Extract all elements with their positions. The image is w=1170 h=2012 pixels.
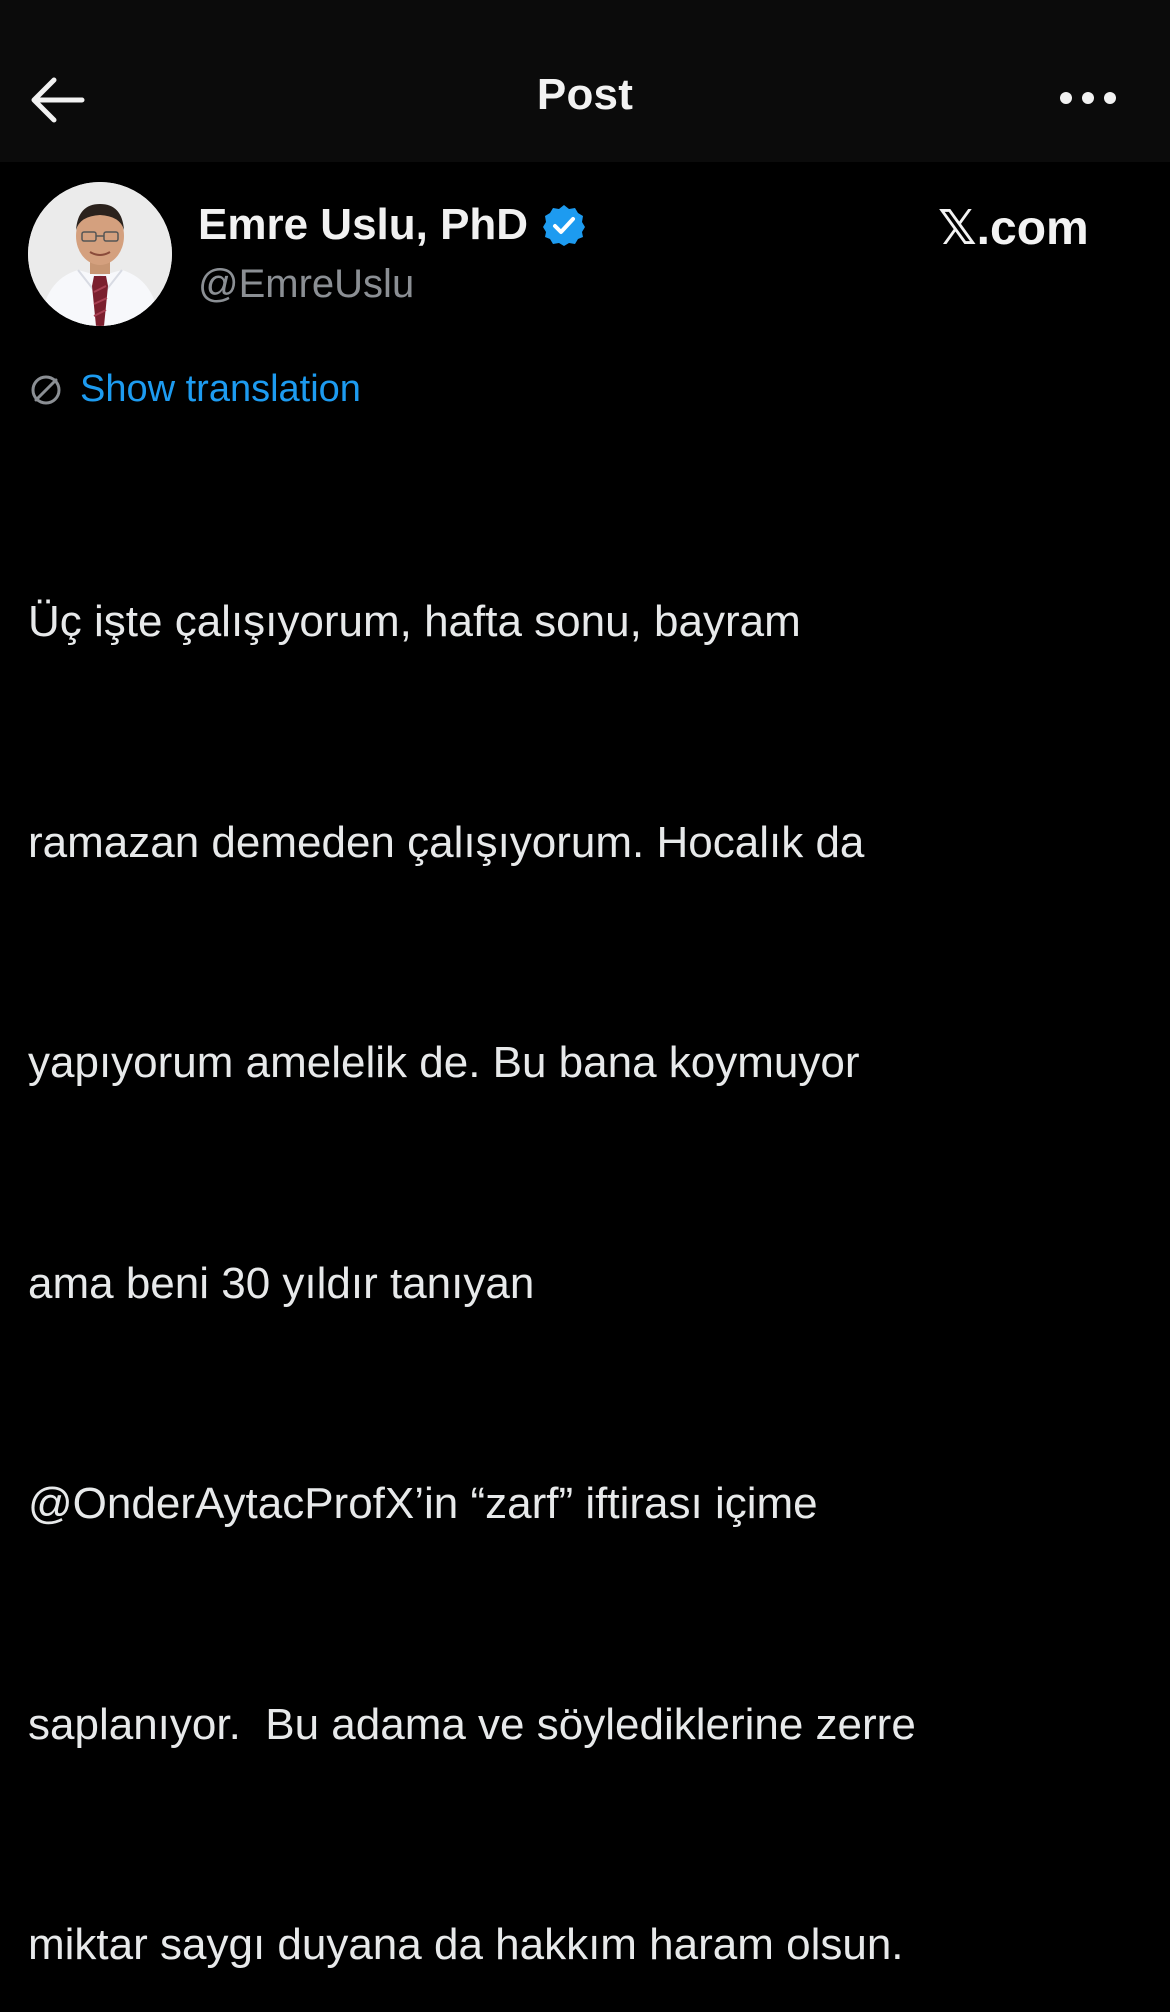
author-name[interactable]: Emre Uslu, PhD: [198, 200, 528, 250]
post-line: miktar saygı duyana da hakkım haram olsu…: [28, 1920, 904, 1969]
avatar[interactable]: [28, 182, 172, 326]
page-title: Post: [536, 70, 634, 119]
post-line: ramazan demeden çalışıyorum. Hocalık da: [28, 817, 865, 867]
post-body: Üç işte çalışıyorum, hafta sonu, bayram …: [28, 438, 1148, 2012]
top-navigation-bar: Post: [0, 0, 1170, 162]
post-line: saplanıyor. Bu adama ve söylediklerine z…: [28, 1699, 916, 1749]
post-line: ama beni 30 yıldır tanıyan: [28, 1258, 535, 1308]
verified-badge-icon: [543, 205, 586, 246]
post-line: yapıyorum amelelik de. Bu bana koymuyor: [28, 1038, 860, 1087]
more-dots-icon: [1060, 92, 1116, 104]
globe-icon: [31, 375, 61, 404]
show-translation-link[interactable]: Show translation: [28, 368, 361, 411]
author-name-row: Emre Uslu, PhD: [198, 200, 586, 250]
more-options-button[interactable]: [1052, 80, 1124, 116]
post-line-with-mention[interactable]: @OnderAytacProfX’in “zarf” iftirası içim…: [28, 1467, 1148, 1541]
author-handle[interactable]: @EmreUslu: [198, 262, 414, 307]
profile-photo: [28, 182, 172, 326]
post-line: Üç işte çalışıyorum, hafta sonu, bayram: [28, 597, 801, 646]
watermark-xcom: 𝕏.com: [938, 202, 1089, 255]
show-translation-label: Show translation: [80, 368, 361, 410]
